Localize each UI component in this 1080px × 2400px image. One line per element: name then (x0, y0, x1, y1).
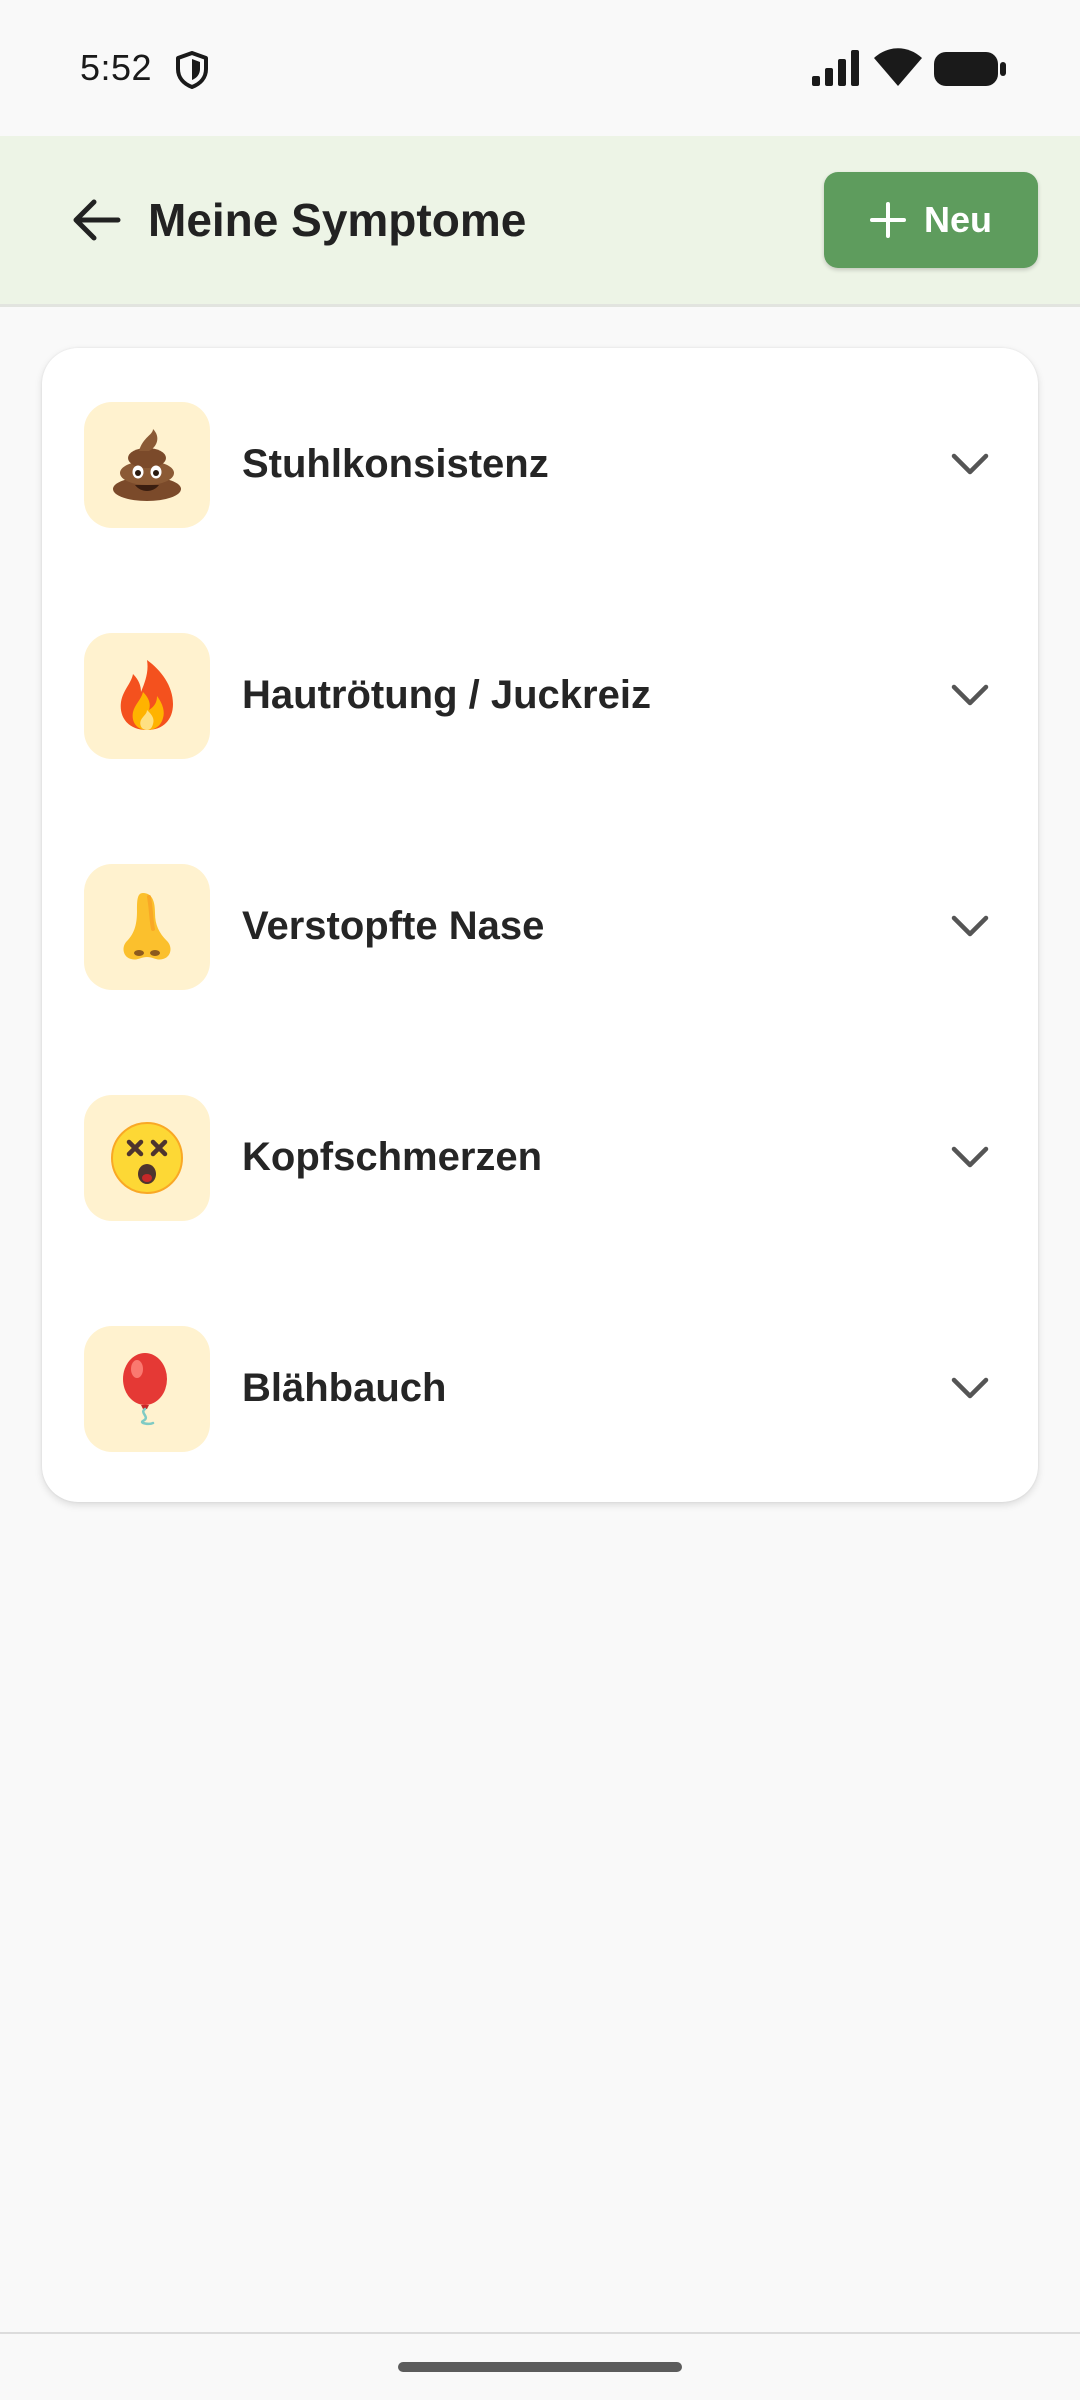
symptom-row-kopfschmerzen[interactable]: Kopfschmerzen (42, 1041, 1038, 1272)
symptom-icon-tile (84, 1095, 210, 1221)
nose-emoji-icon (123, 893, 171, 960)
symptom-row-stuhlkonsistenz[interactable]: Stuhlkonsistenz (42, 348, 1038, 579)
symptom-row-blaehbauch[interactable]: Blähbauch (42, 1272, 1038, 1503)
arrow-back-icon (73, 199, 121, 241)
chevron-down-icon[interactable] (948, 677, 992, 713)
chevron-down-icon[interactable] (948, 908, 992, 944)
shield-icon (176, 51, 208, 89)
home-indicator[interactable] (398, 2362, 682, 2372)
chevron-down-icon[interactable] (948, 446, 992, 482)
screen: 5:52 Meine Symptome Neu Stuhlkonsistenz … (0, 0, 1080, 2400)
plus-icon (869, 202, 906, 238)
battery-icon (934, 52, 1006, 86)
symptom-label: Stuhlkonsistenz (242, 442, 549, 486)
symptom-row-hautroetung-juckreiz[interactable]: Hautrötung / Juckreiz (42, 579, 1038, 810)
symptom-label: Hautrötung / Juckreiz (242, 673, 651, 717)
symptom-row-verstopfte-nase[interactable]: Verstopfte Nase (42, 810, 1038, 1041)
dizzy-face-emoji-icon (111, 1122, 183, 1194)
app-bar: Meine Symptome Neu (0, 136, 1080, 307)
symptom-label: Verstopfte Nase (242, 904, 545, 948)
chevron-down-icon[interactable] (948, 1370, 992, 1406)
symptom-icon-tile (84, 633, 210, 759)
symptom-label: Blähbauch (242, 1366, 447, 1410)
status-time: 5:52 (80, 47, 153, 88)
page-title: Meine Symptome (148, 194, 527, 246)
wifi-icon (874, 48, 922, 86)
symptom-label: Kopfschmerzen (242, 1135, 543, 1179)
new-symptom-button[interactable]: Neu (824, 172, 1038, 268)
nav-divider (0, 2332, 1080, 2334)
chevron-down-icon[interactable] (948, 1139, 992, 1175)
symptom-icon-tile (84, 402, 210, 528)
symptom-icon-tile (84, 864, 210, 990)
back-button[interactable] (56, 180, 136, 260)
new-button-label: Neu (923, 199, 992, 240)
symptom-icon-tile (84, 1326, 210, 1452)
fire-emoji-icon (120, 660, 173, 730)
status-bar: 5:52 (0, 0, 1080, 136)
symptom-list-card: Stuhlkonsistenz Hautrötung / Juckreiz Ve… (42, 348, 1038, 1502)
cell-signal-icon (812, 50, 859, 86)
poop-emoji-icon (113, 429, 181, 501)
balloon-emoji-icon (123, 1353, 167, 1426)
